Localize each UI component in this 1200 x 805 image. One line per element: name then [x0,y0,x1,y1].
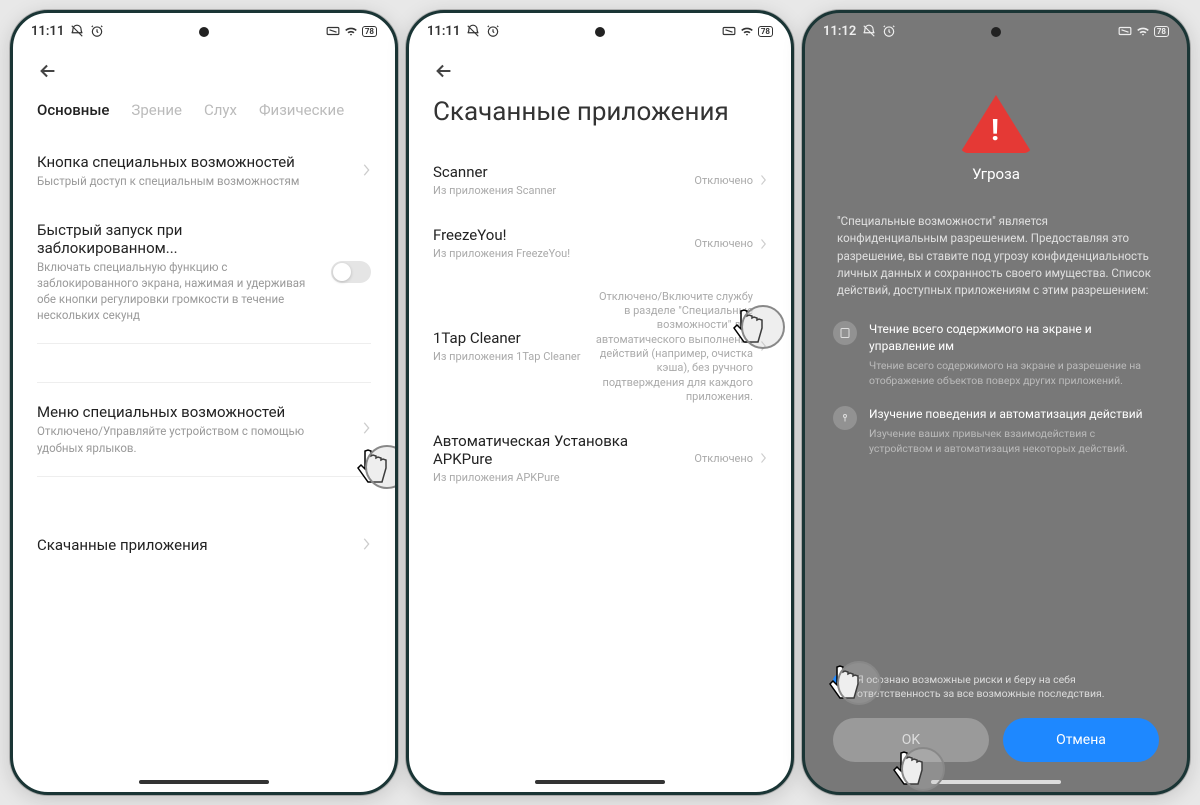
consent-text: Я осознаю возможные риски и беру на себя… [857,673,1159,702]
permission-title: Изучение поведения и автоматизация дейст… [869,406,1159,423]
category-tabs: Основные Зрение Слух Физические [37,101,371,119]
nav-home-indicator[interactable] [139,780,269,784]
alarm-icon [882,24,896,38]
app-status: Отключено [694,174,753,188]
chevron-right-icon [759,449,767,468]
item-title: Кнопка специальных возможностей [37,153,349,171]
battery-level: 78 [761,27,770,36]
back-button[interactable] [37,59,61,83]
wifi-icon [1136,25,1150,37]
toggle-switch[interactable] [331,261,371,283]
voip-icon [326,25,340,37]
nav-home-indicator[interactable] [535,780,665,784]
item-title: Меню специальных возможностей [37,403,349,421]
voip-icon [722,25,736,37]
item-quick-launch-locked[interactable]: Быстрый запуск при заблокированном... Вк… [37,205,371,339]
alarm-off-icon [466,24,480,38]
alarm-off-icon [862,24,876,38]
permission-read-screen: Чтение всего содержимого на экране и упр… [833,321,1159,388]
dialog-buttons: OK Отмена [833,718,1159,762]
battery-icon: 78 [362,26,377,37]
consent-checkbox-row[interactable]: Я осознаю возможные риски и беру на себя… [833,673,1159,702]
tab-vision[interactable]: Зрение [131,101,182,119]
alarm-off-icon [70,24,84,38]
chevron-right-icon [361,162,371,181]
app-status: Отключено [694,237,753,251]
warning-header: Угроза [833,45,1159,213]
warning-title: Угроза [972,165,1020,183]
item-subtitle: Быстрый доступ к специальным возможностя… [37,173,349,189]
voip-icon [1118,25,1132,37]
ok-button[interactable]: OK [833,718,989,762]
chevron-right-icon [759,171,767,190]
phone-screen-1: 11:11 78 [10,10,398,795]
phone-screen-2: 11:11 78 [406,10,794,795]
app-name: FreezeYou! [433,226,684,244]
app-status: Отключено [694,452,753,466]
battery-level: 78 [365,27,374,36]
app-name: Scanner [433,163,684,181]
app-row-apkpure[interactable]: Автоматическая Установка APKPure Из прил… [433,418,767,499]
camera-notch [595,27,605,37]
permission-automation: Изучение поведения и автоматизация дейст… [833,406,1159,456]
section-divider [37,343,371,383]
alarm-icon [486,24,500,38]
permission-title: Чтение всего содержимого на экране и упр… [869,321,1159,355]
chevron-right-icon [361,536,371,555]
item-subtitle: Отключено/Управляйте устройством с помощ… [37,423,349,455]
consent-radio[interactable] [833,674,847,688]
app-source: Из приложения Scanner [433,183,684,198]
wifi-icon [740,25,754,37]
alarm-icon [90,24,104,38]
tab-main[interactable]: Основные [37,101,109,119]
warning-description: "Специальные возможности" является конфи… [833,213,1159,299]
item-title: Быстрый запуск при заблокированном... [37,221,319,257]
page-title: Скачанные приложения [433,97,767,127]
app-row-scanner[interactable]: Scanner Из приложения Scanner Отключено [433,149,767,212]
warning-icon [960,95,1032,153]
app-status: Отключено/Включите службу в разделе "Спе… [593,290,753,404]
status-time: 11:12 [823,24,856,39]
screen-icon [833,321,857,345]
app-source: Из приложения APKPure [433,470,684,485]
wifi-icon [344,25,358,37]
chevron-right-icon [759,337,767,356]
cancel-button[interactable]: Отмена [1003,718,1159,762]
app-name: Автоматическая Установка APKPure [433,432,684,468]
app-source: Из приложения 1Tap Cleaner [433,349,583,364]
battery-icon: 78 [1154,26,1169,37]
item-subtitle: Включать специальную функцию с заблокиро… [37,259,319,323]
app-name: 1Tap Cleaner [433,329,583,347]
item-accessibility-button[interactable]: Кнопка специальных возможностей Быстрый … [37,137,371,205]
tab-physical[interactable]: Физические [259,101,344,119]
touch-icon [833,406,857,430]
status-time: 11:11 [31,24,64,39]
app-row-freezeyou[interactable]: FreezeYou! Из приложения FreezeYou! Откл… [433,212,767,275]
camera-notch [991,27,1001,37]
permission-subtitle: Чтение всего содержимого на экране и раз… [869,359,1159,388]
tab-hearing[interactable]: Слух [204,101,237,119]
item-title: Скачанные приложения [37,536,349,554]
chevron-right-icon [759,235,767,254]
battery-icon: 78 [758,26,773,37]
battery-level: 78 [1157,27,1166,36]
camera-notch [199,27,209,37]
nav-home-indicator[interactable] [931,780,1061,784]
phone-screen-3: 11:12 78 [802,10,1190,795]
app-source: Из приложения FreezeYou! [433,246,684,261]
item-downloaded-apps[interactable]: Скачанные приложения [37,520,371,572]
permission-subtitle: Изучение ваших привычек взаимодействия с… [869,427,1159,456]
app-row-1tap-cleaner[interactable]: 1Tap Cleaner Из приложения 1Tap Cleaner … [433,276,767,418]
back-button[interactable] [433,59,457,83]
section-divider [37,476,371,516]
item-accessibility-menu[interactable]: Меню специальных возможностей Отключено/… [37,387,371,471]
status-time: 11:11 [427,24,460,39]
chevron-right-icon [361,420,371,439]
